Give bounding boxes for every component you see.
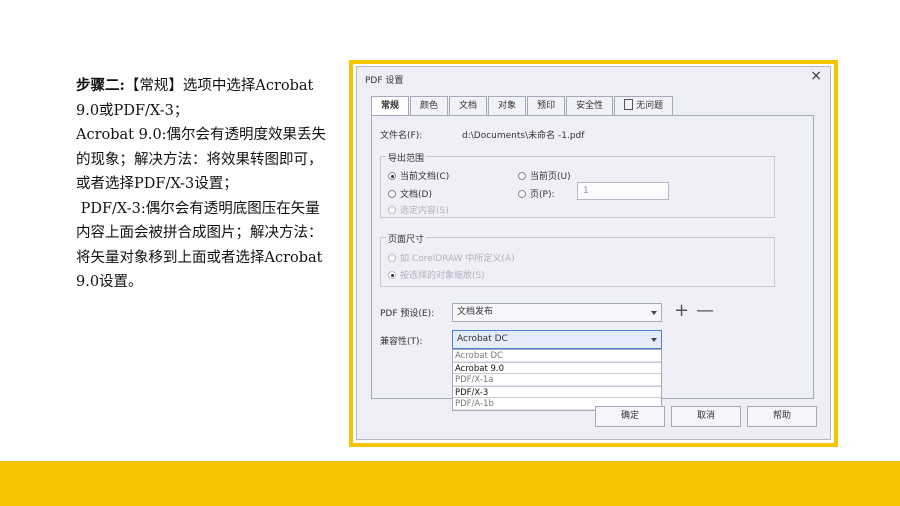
instruction-line-1: 步骤二:【常规】选项中选择Acrobat 9.0或PDF/X-3； <box>76 77 314 119</box>
instruction-line-3: PDF/X-3:偶尔会有透明底图压在矢量内容上面会被拼合成图片；解决方法：将矢量… <box>76 200 328 291</box>
tab-security[interactable]: 安全性 <box>566 96 614 115</box>
radio-fit-objects[interactable]: 按选择的对象缩放(S) <box>388 268 485 281</box>
tab-document[interactable]: 文档 <box>449 96 488 115</box>
tab-bar: 常规 颜色 文档 对象 预印 安全性 无问题 <box>371 96 674 116</box>
filename-label: 文件名(F): <box>380 131 423 141</box>
filename-value: d:\Documents\未命名 -1.pdf <box>462 131 585 141</box>
help-button[interactable]: 帮助 <box>747 406 817 427</box>
step-title: 步骤二: <box>76 77 125 94</box>
compat-option-acrobat-9[interactable]: Acrobat 9.0 <box>453 362 661 374</box>
document-warning-icon <box>624 99 634 110</box>
add-preset-icon[interactable]: + <box>674 302 689 320</box>
tab-color[interactable]: 颜色 <box>410 96 449 115</box>
compat-select[interactable]: Acrobat DC <box>452 330 662 349</box>
radio-current-page[interactable]: 当前页(U) <box>518 169 571 182</box>
preset-select[interactable]: 文档发布 <box>452 303 662 322</box>
chevron-down-icon <box>651 311 657 315</box>
bottom-accent-bar <box>0 461 900 506</box>
radio-documents[interactable]: 文档(D) <box>388 187 432 200</box>
radio-pages[interactable]: 页(P): <box>518 187 554 200</box>
radio-selection[interactable]: 选定内容(S) <box>388 203 449 216</box>
close-icon[interactable]: × <box>810 68 822 84</box>
compat-option-acrobat-dc[interactable]: Acrobat DC <box>453 350 661 362</box>
radio-current-document[interactable]: 当前文档(C) <box>388 169 449 182</box>
tab-prepress[interactable]: 预印 <box>527 96 566 115</box>
preset-label: PDF 预设(E): <box>380 309 435 319</box>
page-size-title: 页面尺寸 <box>386 232 427 245</box>
pdf-settings-dialog: PDF 设置 × 常规 颜色 文档 对象 预印 安全性 无问题 文件名(F): … <box>356 66 831 440</box>
compat-label: 兼容性(T): <box>380 337 423 347</box>
general-panel: 文件名(F): d:\Documents\未命名 -1.pdf 导出范围 当前文… <box>371 115 814 411</box>
compat-dropdown-list: Acrobat DC Acrobat 9.0 PDF/X-1a PDF/X-3 … <box>452 349 662 411</box>
compat-option-pdfx-1a[interactable]: PDF/X-1a <box>453 374 661 386</box>
tab-no-issues[interactable]: 无问题 <box>614 96 674 115</box>
pages-input[interactable]: 1 <box>577 182 669 200</box>
remove-preset-icon[interactable]: — <box>696 302 714 320</box>
ok-button[interactable]: 确定 <box>595 406 665 427</box>
tab-general[interactable]: 常规 <box>371 96 410 116</box>
instruction-line-2: Acrobat 9.0:偶尔会有透明度效果丢失的现象；解决方法：将效果转图即可，… <box>76 127 327 192</box>
instructions-text: 步骤二:【常规】选项中选择Acrobat 9.0或PDF/X-3； Acroba… <box>76 74 331 295</box>
export-range-title: 导出范围 <box>386 151 427 164</box>
radio-as-defined[interactable]: 如 CorelDRAW 中所定义(A) <box>388 251 515 264</box>
compat-option-pdfx-3[interactable]: PDF/X-3 <box>453 386 661 398</box>
tab-objects[interactable]: 对象 <box>488 96 527 115</box>
cancel-button[interactable]: 取消 <box>671 406 741 427</box>
dialog-title: PDF 设置 <box>365 76 404 86</box>
chevron-down-icon <box>651 338 657 342</box>
